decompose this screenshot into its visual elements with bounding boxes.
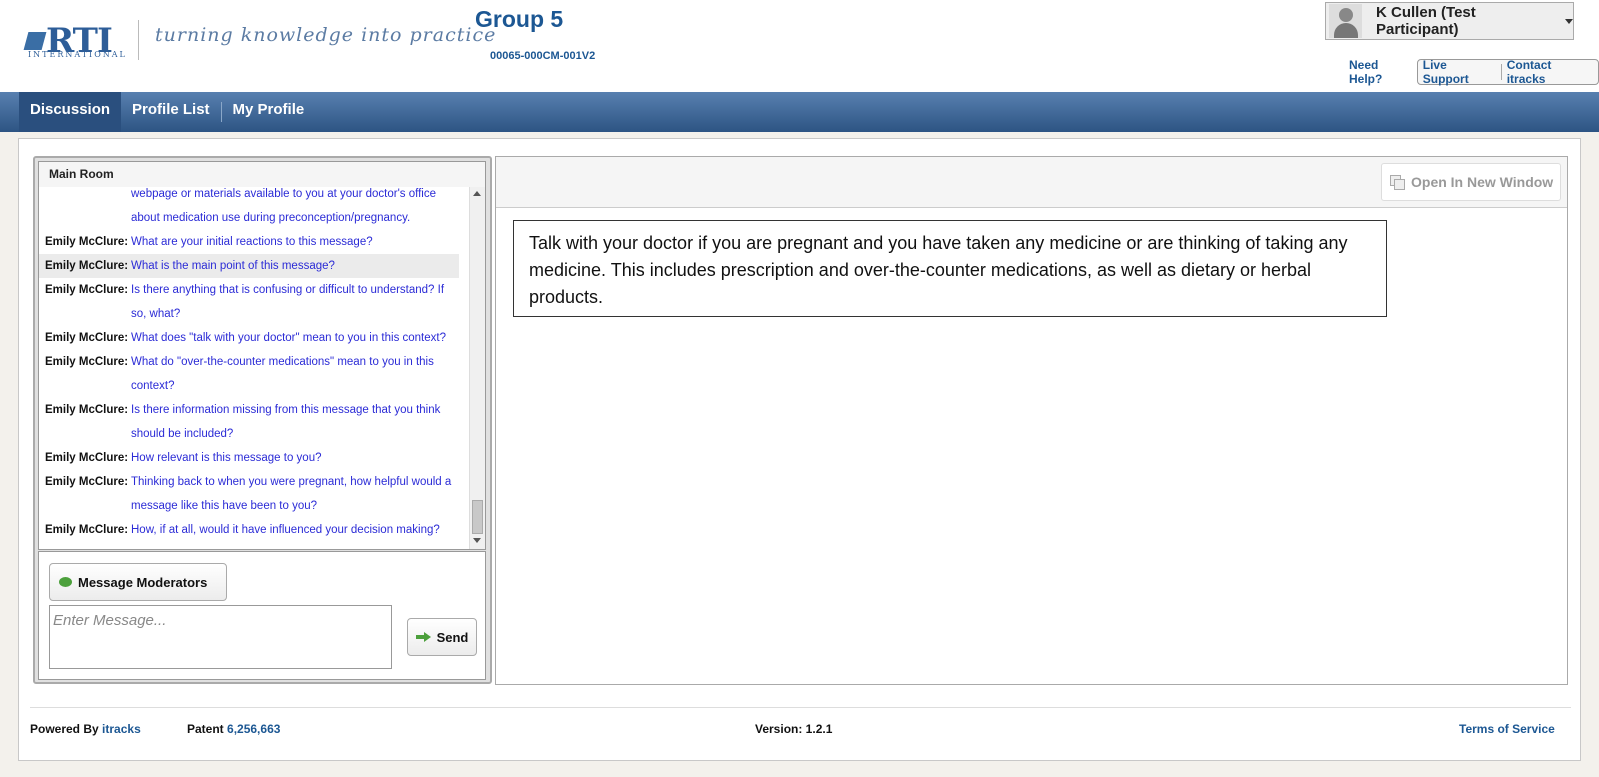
message-text: What does "talk with your doctor" mean t… bbox=[131, 332, 446, 344]
arrow-right-icon bbox=[415, 632, 431, 642]
scroll-down-icon[interactable] bbox=[473, 538, 481, 543]
user-menu[interactable]: K Cullen (Test Participant) bbox=[1325, 2, 1574, 40]
logo-subtext: INTERNATIONAL bbox=[28, 50, 127, 59]
chat-message: Emily McClure: How relevant is this mess… bbox=[39, 446, 459, 470]
nav-profile-list[interactable]: Profile List bbox=[121, 92, 221, 132]
send-label: Send bbox=[436, 629, 469, 645]
message-stimulus: Talk with your doctor if you are pregnan… bbox=[513, 220, 1387, 317]
message-text: What do "over-the-counter medications" m… bbox=[131, 356, 434, 392]
chat-message: Emily McClure: What is the main point of… bbox=[39, 254, 459, 278]
chat-message: Emily McClure: Is there information miss… bbox=[39, 398, 459, 446]
live-support-link[interactable]: Live Support bbox=[1418, 58, 1501, 86]
send-button[interactable]: Send bbox=[407, 618, 477, 656]
message-moderators-label: Message Moderators bbox=[78, 574, 208, 590]
chat-message: webpage or materials available to you at… bbox=[39, 187, 459, 230]
scroll-up-icon[interactable] bbox=[473, 191, 481, 196]
patent-label: Patent bbox=[187, 722, 224, 736]
group-title: Group 5 bbox=[475, 6, 564, 32]
message-text: Thinking back to when you were pregnant,… bbox=[131, 476, 452, 512]
message-author: Emily McClure: bbox=[45, 356, 129, 368]
message-text: Is there information missing from this m… bbox=[131, 404, 441, 440]
help-row: Need Help? Live Support Contact itracks bbox=[1349, 58, 1599, 86]
powered-by: Powered By itracks bbox=[30, 722, 141, 736]
patent: Patent 6,256,663 bbox=[187, 722, 280, 736]
open-window-label: Open In New Window bbox=[1411, 174, 1554, 190]
message-author: Emily McClure: bbox=[45, 236, 129, 248]
logo-mark-icon bbox=[23, 32, 47, 50]
tagline: turning knowledge into practice bbox=[155, 24, 497, 46]
message-author: Emily McClure: bbox=[45, 476, 129, 488]
message-author: Emily McClure: bbox=[45, 260, 129, 272]
nav-discussion[interactable]: Discussion bbox=[19, 92, 122, 132]
message-text: What are your initial reactions to this … bbox=[131, 236, 373, 248]
contact-itracks-link[interactable]: Contact itracks bbox=[1502, 58, 1598, 86]
main-nav: Discussion Profile List My Profile bbox=[0, 92, 1599, 132]
message-moderators-button[interactable]: Message Moderators bbox=[49, 563, 227, 601]
powered-by-label: Powered By bbox=[30, 722, 99, 736]
chat-message: Emily McClure: How, if at all, would it … bbox=[39, 518, 459, 542]
chat-message: Emily McClure: What are your initial rea… bbox=[39, 230, 459, 254]
chat-message: Emily McClure: Thinking back to when you… bbox=[39, 470, 459, 518]
room-title: Main Room bbox=[38, 161, 486, 188]
message-text: How relevant is this message to you? bbox=[131, 452, 322, 464]
terms-of-service-link[interactable]: Terms of Service bbox=[1459, 722, 1555, 736]
logo-divider bbox=[138, 20, 139, 60]
version-label: Version: 1.2.1 bbox=[755, 722, 833, 736]
patent-link[interactable]: 6,256,663 bbox=[227, 722, 280, 736]
chat-message: Emily McClure: What do "over-the-counter… bbox=[39, 350, 459, 398]
header: RTI INTERNATIONAL turning knowledge into… bbox=[0, 0, 1599, 92]
message-text: Is there anything that is confusing or d… bbox=[131, 284, 445, 320]
chat-scrollbar[interactable] bbox=[469, 187, 485, 549]
avatar-icon bbox=[1329, 4, 1363, 38]
nav-my-profile[interactable]: My Profile bbox=[222, 92, 316, 132]
new-window-icon bbox=[1390, 175, 1405, 190]
project-code: 00065-000CM-001V2 bbox=[490, 50, 596, 62]
message-text: How, if at all, would it have influenced… bbox=[131, 524, 440, 536]
chat-messages[interactable]: webpage or materials available to you at… bbox=[38, 187, 486, 550]
content-pane: Open In New Window Talk with your doctor… bbox=[495, 156, 1568, 685]
chat-message: Emily McClure: Is there anything that is… bbox=[39, 278, 459, 326]
need-help-label: Need Help? bbox=[1349, 58, 1383, 86]
message-author bbox=[45, 187, 131, 230]
message-author: Emily McClure: bbox=[45, 404, 129, 416]
user-name: K Cullen (Test Participant) bbox=[1376, 4, 1476, 38]
content-toolbar: Open In New Window bbox=[496, 157, 1567, 208]
chevron-down-icon[interactable] bbox=[1565, 18, 1573, 24]
itracks-link[interactable]: itracks bbox=[102, 722, 141, 736]
footer-divider bbox=[30, 707, 1571, 708]
message-text: webpage or materials available to you at… bbox=[131, 188, 436, 224]
chat-bubble-icon bbox=[59, 577, 72, 587]
message-text: What is the main point of this message? bbox=[131, 260, 335, 272]
chat-message: Emily McClure: What does "talk with your… bbox=[39, 326, 459, 350]
help-links: Live Support Contact itracks bbox=[1416, 58, 1599, 86]
open-in-new-window-button[interactable]: Open In New Window bbox=[1381, 163, 1561, 201]
message-author: Emily McClure: bbox=[45, 524, 129, 536]
message-author: Emily McClure: bbox=[45, 452, 129, 464]
message-input[interactable]: Enter Message... bbox=[49, 605, 392, 669]
message-author: Emily McClure: bbox=[45, 332, 129, 344]
scrollbar-thumb[interactable] bbox=[472, 500, 483, 534]
message-author: Emily McClure: bbox=[45, 284, 129, 296]
